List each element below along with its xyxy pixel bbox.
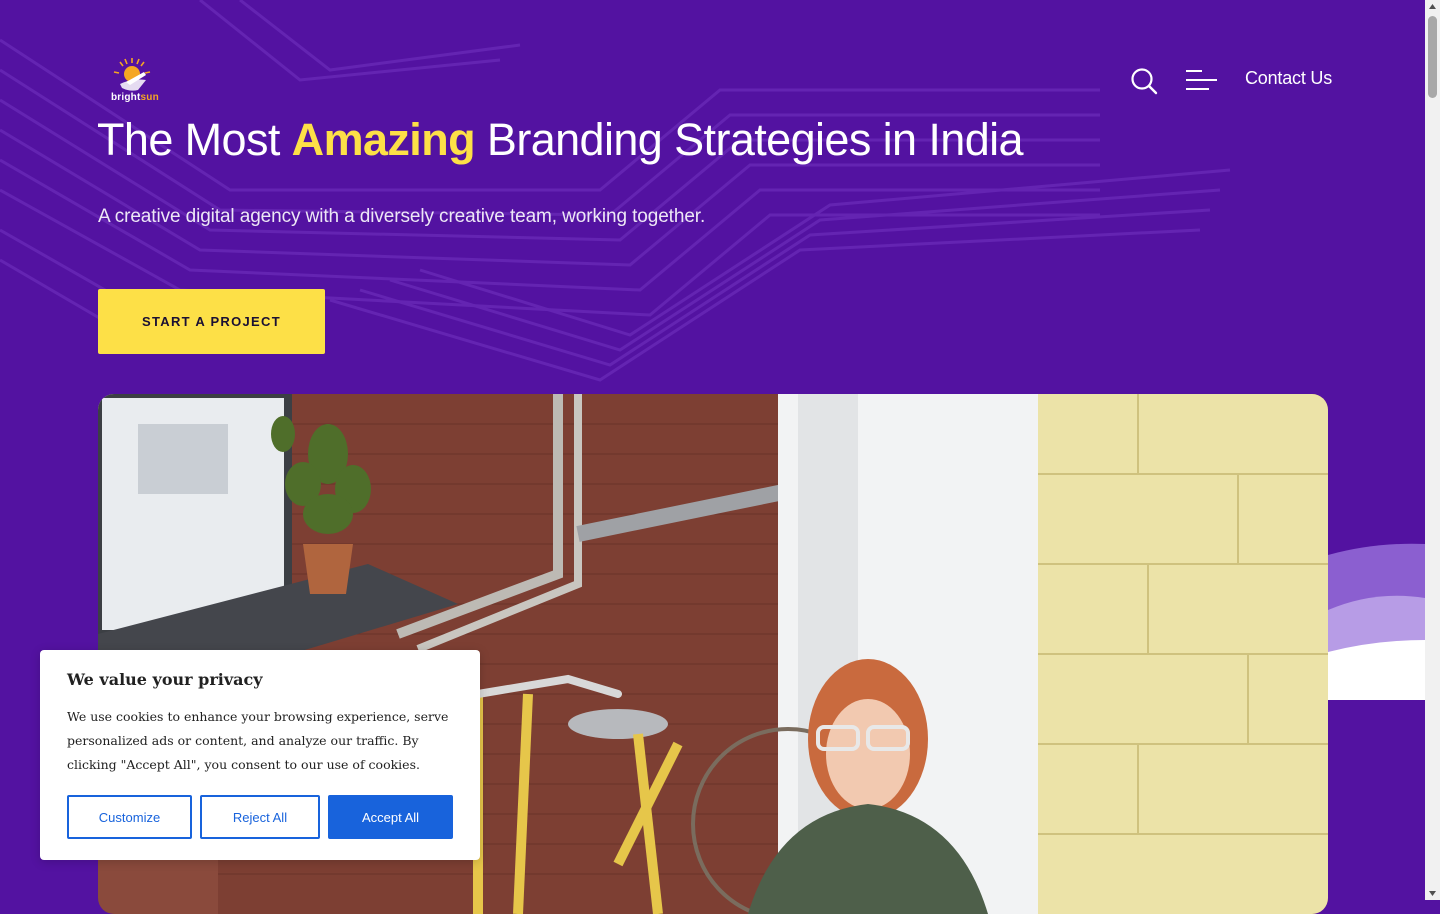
accept-all-button[interactable]: Accept All <box>328 795 453 839</box>
search-icon[interactable] <box>1130 67 1158 95</box>
hero-title-start: The Most <box>97 114 292 165</box>
reject-all-button[interactable]: Reject All <box>200 795 320 839</box>
start-project-button[interactable]: START A PROJECT <box>98 289 325 354</box>
brand-name-part-1: bright <box>111 92 141 103</box>
scrollbar-thumb[interactable] <box>1428 16 1437 98</box>
page-scrollbar[interactable] <box>1425 0 1440 900</box>
brand-name-part-2: sun <box>140 92 159 103</box>
hero-subtitle: A creative digital agency with a diverse… <box>98 206 706 227</box>
hero-title-highlight: Amazing <box>291 114 476 165</box>
scroll-up-arrow-icon[interactable] <box>1425 0 1440 14</box>
cookie-consent-banner: We value your privacy We use cookies to … <box>40 650 480 860</box>
cookie-banner-body: We use cookies to enhance your browsing … <box>67 709 449 772</box>
hero-title: The Most Amazing Branding Strategies in … <box>97 114 1024 166</box>
cookie-banner-title: We value your privacy <box>67 670 263 689</box>
brand-name: brightsun <box>111 92 159 103</box>
decorative-wave-shape <box>1328 543 1425 700</box>
hero-title-end: Branding Strategies in India <box>475 114 1024 165</box>
contact-us-link[interactable]: Contact Us <box>1245 68 1332 89</box>
hamburger-menu-icon[interactable] <box>1185 68 1218 92</box>
scroll-down-arrow-icon[interactable] <box>1425 886 1440 900</box>
customize-button[interactable]: Customize <box>67 795 192 839</box>
